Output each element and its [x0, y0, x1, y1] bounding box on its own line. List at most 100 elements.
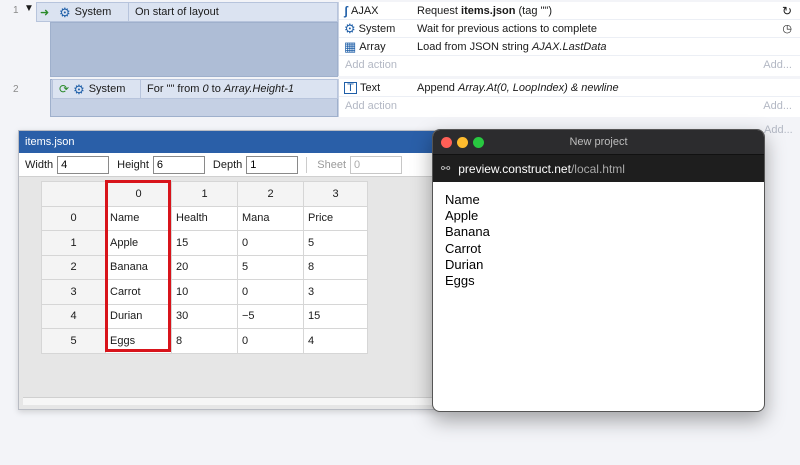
action-object: T Text [339, 81, 411, 94]
add-action-row[interactable]: Add action Add... [339, 56, 800, 74]
column-header[interactable]: 2 [237, 181, 304, 207]
event2-actions: T Text Append Array.At(0, LoopIndex) & n… [338, 79, 800, 117]
preview-window: New project ⚯ preview.construct.net/loca… [432, 129, 765, 412]
table-cell[interactable]: 0 [237, 328, 304, 354]
add-action-row[interactable]: Add action Add... [339, 97, 800, 115]
action-text: Load from JSON string AJAX.LastData [417, 40, 607, 53]
table-cell[interactable]: 10 [171, 279, 238, 305]
maximize-button[interactable] [473, 137, 484, 148]
table-cell[interactable]: 8 [171, 328, 238, 354]
action-row[interactable]: ʃ AJAX Request items.json (tag "") ↻ [339, 2, 800, 20]
table-cell[interactable]: Eggs [105, 328, 172, 354]
output-line: Apple [445, 208, 479, 224]
row-header[interactable]: 4 [41, 303, 106, 329]
table-cell[interactable]: Banana [105, 254, 172, 280]
url-path: /local.html [570, 161, 625, 176]
height-label: Height [117, 158, 149, 171]
array-editor-window: items.json Width Height Depth Sheet 0 1 … [18, 130, 442, 410]
trigger-arrow-icon: ➜ [40, 6, 50, 19]
sheet-label: Sheet [317, 158, 347, 171]
close-button[interactable] [441, 137, 452, 148]
preview-title-bar[interactable]: New project [433, 130, 764, 154]
event-number: 2 [13, 84, 19, 95]
condition-text: On start of layout [135, 6, 219, 18]
loop-icon: ⟳ [59, 82, 70, 96]
array-grid: 0 1 2 3 0 Name Health Mana Price 1 Apple… [41, 181, 368, 354]
table-cell[interactable]: 5 [237, 254, 304, 280]
action-row[interactable]: T Text Append Array.At(0, LoopIndex) & n… [339, 79, 800, 97]
output-line: Eggs [445, 273, 475, 289]
table-cell[interactable]: 15 [171, 230, 238, 256]
address-bar[interactable]: ⚯ preview.construct.net/local.html [433, 154, 764, 182]
add-event-link[interactable]: Add... [763, 59, 792, 71]
action-text: Append Array.At(0, LoopIndex) & newline [417, 81, 619, 94]
action-object-label: AJAX [351, 4, 379, 17]
action-text: Wait for previous actions to complete [417, 22, 597, 35]
table-cell[interactable]: 0 [237, 279, 304, 305]
table-cell[interactable]: Health [171, 205, 238, 231]
table-row: 1 Apple 15 0 5 [41, 230, 368, 256]
gear-icon: ⚙ [344, 21, 356, 36]
table-cell[interactable]: Apple [105, 230, 172, 256]
sheet-field[interactable] [350, 155, 403, 174]
action-object: ʃ AJAX [339, 4, 411, 18]
collapse-arrow-icon[interactable]: ▼ [24, 3, 34, 14]
table-cell[interactable]: 8 [303, 254, 368, 280]
table-row: 4 Durian 30 −5 15 [41, 303, 368, 329]
column-header[interactable]: 0 [105, 181, 172, 207]
table-cell[interactable]: Mana [237, 205, 304, 231]
output-line: Durian [445, 256, 484, 272]
wait-clock-icon[interactable]: ◷ [782, 22, 792, 35]
add-action-link[interactable]: Add action [339, 100, 397, 112]
refresh-icon[interactable]: ↻ [782, 4, 792, 18]
event2-condition[interactable]: ⟳ ⚙ System For "" from 0 to Array.Height… [52, 79, 338, 99]
url-host: preview.construct.net [458, 161, 571, 176]
table-cell[interactable]: 20 [171, 254, 238, 280]
height-field[interactable] [152, 155, 205, 174]
column-header[interactable]: 3 [303, 181, 368, 207]
condition-object: ⟳ ⚙ System [53, 80, 141, 98]
action-row[interactable]: ▦ Array Load from JSON string AJAX.LastD… [339, 38, 800, 56]
output-line: Name [445, 192, 480, 207]
table-cell[interactable]: 5 [303, 230, 368, 256]
width-label: Width [25, 158, 54, 171]
event1-condition[interactable]: ➜ ⚙ System On start of layout [36, 2, 338, 22]
table-cell[interactable]: 4 [303, 328, 368, 354]
row-header[interactable]: 3 [41, 279, 106, 305]
header-row: 0 1 2 3 [41, 181, 368, 207]
site-settings-icon[interactable]: ⚯ [441, 162, 450, 175]
horizontal-scrollbar[interactable] [23, 397, 437, 405]
table-row: 3 Carrot 10 0 3 [41, 279, 368, 305]
add-event-link[interactable]: Add... [763, 100, 792, 112]
event1-condition-area[interactable] [50, 22, 338, 77]
preview-content: Name Apple Banana Carrot Durian Eggs [433, 182, 764, 299]
column-header[interactable]: 1 [171, 181, 238, 207]
table-cell[interactable]: 15 [303, 303, 368, 329]
width-field[interactable] [57, 155, 110, 174]
table-cell[interactable]: 3 [303, 279, 368, 305]
text-icon: T [344, 81, 357, 94]
table-cell[interactable]: 0 [237, 230, 304, 256]
depth-field[interactable] [246, 155, 299, 174]
row-header[interactable]: 1 [41, 230, 106, 256]
gear-icon: ⚙ [59, 4, 71, 20]
add-event-link[interactable]: Add... [764, 124, 793, 136]
table-row: 0 Name Health Mana Price [41, 205, 368, 231]
table-row: 5 Eggs 8 0 4 [41, 328, 368, 354]
action-text: Request items.json (tag "") [417, 4, 552, 17]
minimize-button[interactable] [457, 137, 468, 148]
table-cell[interactable]: Durian [105, 303, 172, 329]
table-cell[interactable]: −5 [237, 303, 304, 329]
table-cell[interactable]: Carrot [105, 279, 172, 305]
row-header[interactable]: 2 [41, 254, 106, 280]
table-cell[interactable]: Price [303, 205, 368, 231]
condition-object: ⚙ System [53, 3, 129, 21]
table-cell[interactable]: 30 [171, 303, 238, 329]
row-header[interactable]: 0 [41, 205, 106, 231]
action-row[interactable]: ⚙ System Wait for previous actions to co… [339, 20, 800, 38]
add-action-link[interactable]: Add action [339, 59, 397, 71]
table-cell[interactable]: Name [105, 205, 172, 231]
row-header[interactable]: 5 [41, 328, 106, 354]
condition-object-label: System [74, 6, 112, 18]
divider [306, 156, 308, 173]
